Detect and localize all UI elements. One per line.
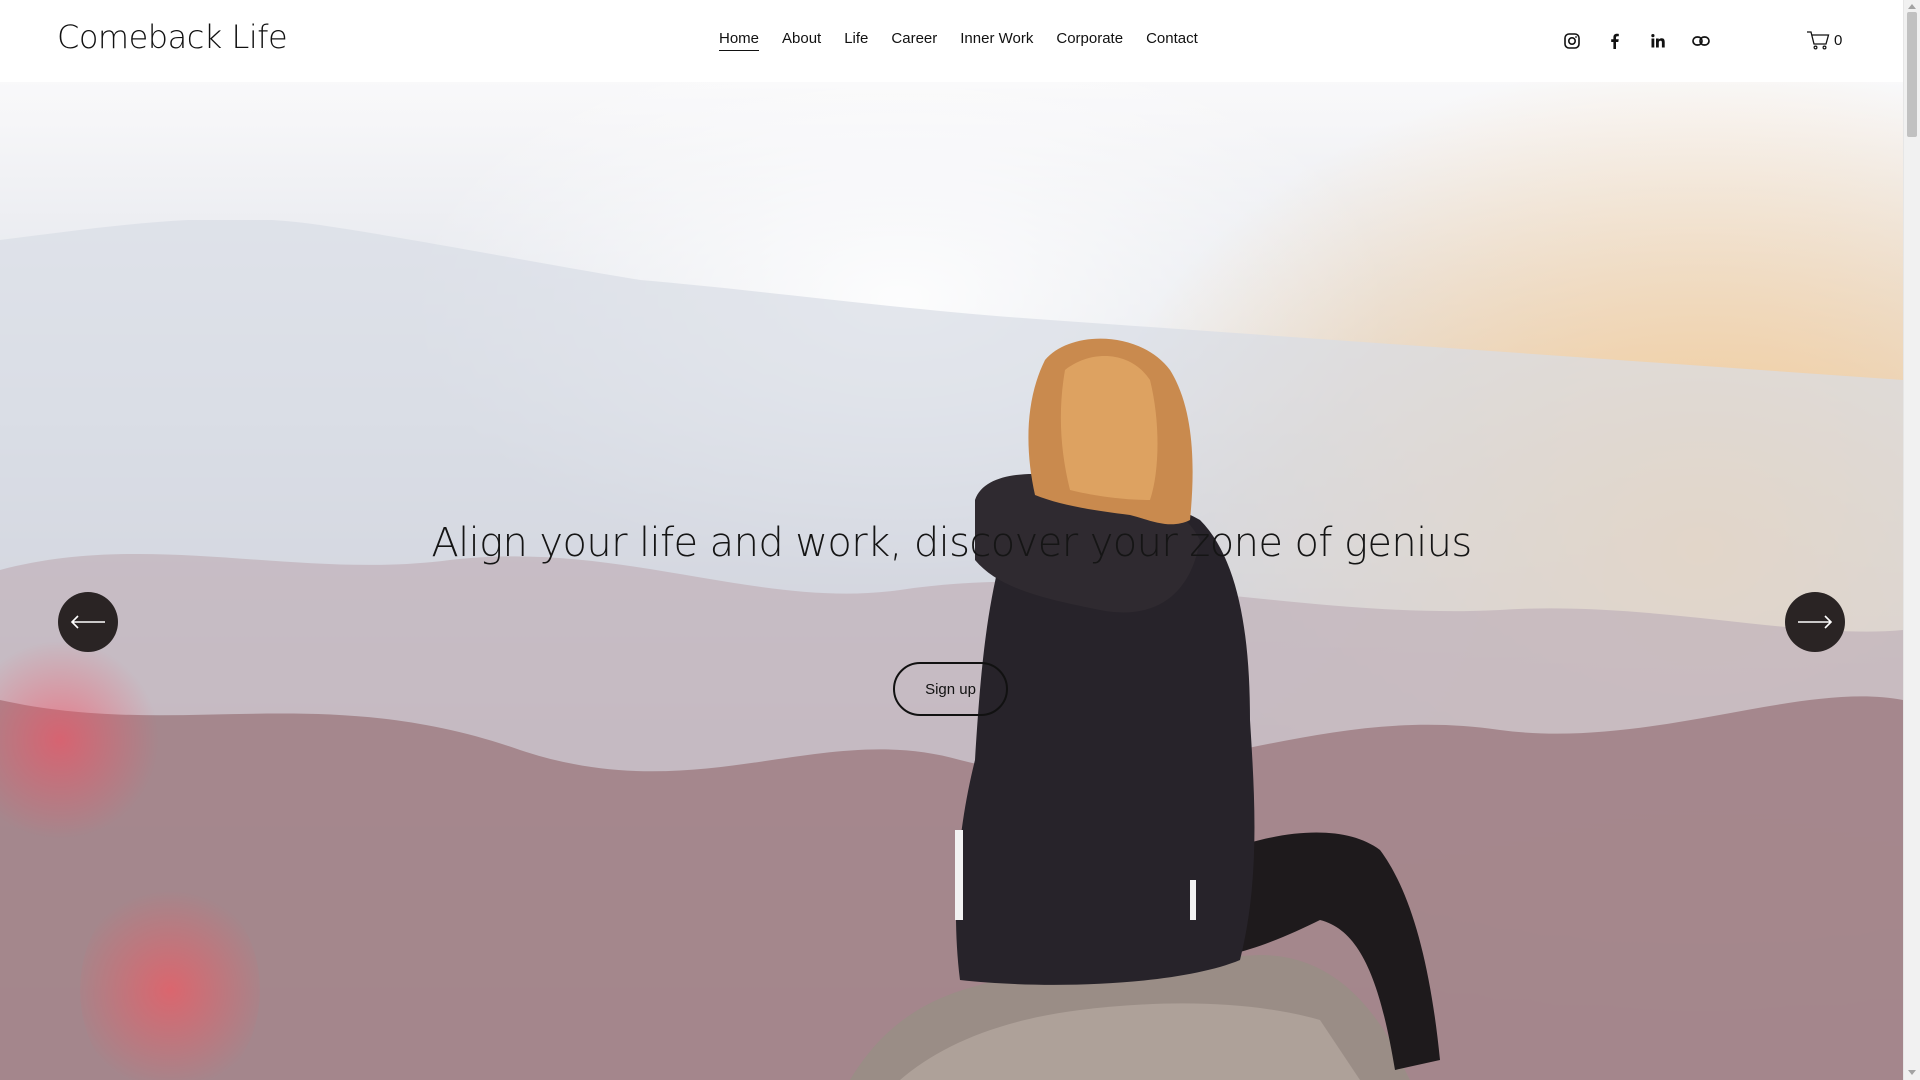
arrow-left-icon [70,615,105,629]
cart-button[interactable]: 0 [1806,30,1842,50]
page-scrollbar[interactable] [1903,0,1920,1080]
instagram-icon[interactable] [1561,30,1583,52]
nav-item-career[interactable]: Career [891,30,937,51]
site-header: Comeback Life Home About Life Career Inn… [0,0,1903,82]
slide-next-button[interactable] [1785,592,1845,652]
cart-count: 0 [1834,31,1843,49]
nav-item-home[interactable]: Home [719,30,760,51]
nav-item-life[interactable]: Life [844,30,868,51]
scroll-up-arrow-icon[interactable] [1908,4,1916,9]
hero-headline: Align your life and work, discover your … [431,520,1472,566]
slide-prev-button[interactable] [58,592,118,652]
nav-item-inner-work[interactable]: Inner Work [960,30,1033,51]
scrollbar-thumb[interactable] [1907,12,1917,137]
cart-icon [1807,31,1830,50]
social-links [1561,30,1733,52]
link-icon[interactable] [1690,30,1712,52]
nav-item-corporate[interactable]: Corporate [1056,30,1123,51]
nav-item-about[interactable]: About [782,30,821,51]
scroll-down-arrow-icon[interactable] [1908,1070,1916,1075]
arrow-right-icon [1798,615,1833,629]
site-logo[interactable]: Comeback Life [57,18,288,56]
sign-up-button[interactable]: Sign up [893,662,1008,716]
main-nav: Home About Life Career Inner Work Corpor… [719,30,1221,51]
page: Comeback Life Home About Life Career Inn… [0,0,1920,1080]
facebook-icon[interactable] [1604,30,1626,52]
nav-item-contact[interactable]: Contact [1146,30,1198,51]
linkedin-icon[interactable] [1647,30,1669,52]
